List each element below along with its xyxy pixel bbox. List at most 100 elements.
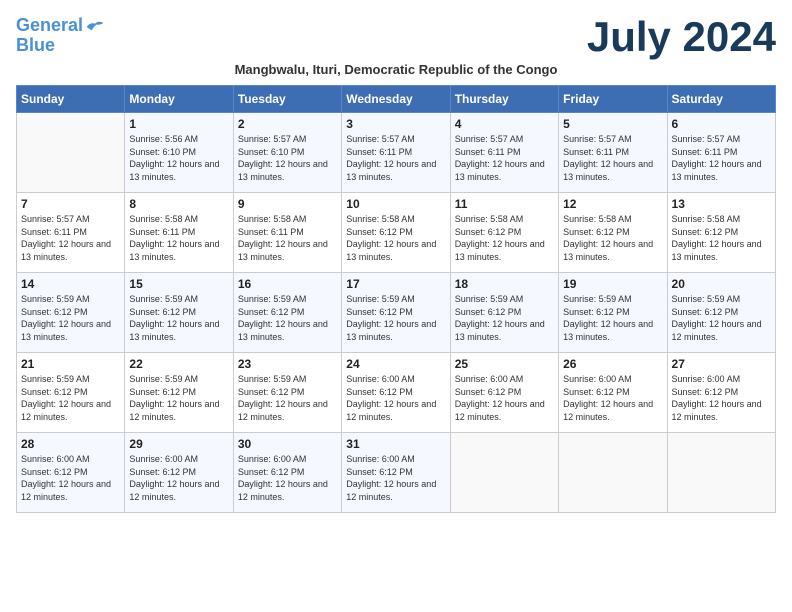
day-daylight: Daylight: 12 hours and 12 minutes.	[21, 399, 111, 422]
day-sunset: Sunset: 6:11 PM	[672, 147, 738, 157]
day-daylight: Daylight: 12 hours and 13 minutes.	[455, 319, 545, 342]
day-sunrise: Sunrise: 5:57 AM	[672, 134, 741, 144]
day-sunset: Sunset: 6:12 PM	[563, 227, 630, 237]
day-daylight: Daylight: 12 hours and 13 minutes.	[129, 159, 219, 182]
calendar-week-4: 21 Sunrise: 5:59 AM Sunset: 6:12 PM Dayl…	[17, 353, 776, 433]
calendar-week-1: 1 Sunrise: 5:56 AM Sunset: 6:10 PM Dayli…	[17, 113, 776, 193]
day-sunrise: Sunrise: 5:59 AM	[21, 374, 90, 384]
calendar-subtitle: Mangbwalu, Ituri, Democratic Republic of…	[16, 62, 776, 77]
day-daylight: Daylight: 12 hours and 13 minutes.	[455, 239, 545, 262]
day-sunset: Sunset: 6:12 PM	[238, 387, 305, 397]
day-number: 13	[672, 197, 771, 211]
calendar-cell: 22 Sunrise: 5:59 AM Sunset: 6:12 PM Dayl…	[125, 353, 233, 433]
day-number: 18	[455, 277, 554, 291]
calendar-cell: 28 Sunrise: 6:00 AM Sunset: 6:12 PM Dayl…	[17, 433, 125, 513]
day-daylight: Daylight: 12 hours and 12 minutes.	[238, 399, 328, 422]
calendar-cell: 14 Sunrise: 5:59 AM Sunset: 6:12 PM Dayl…	[17, 273, 125, 353]
day-sunrise: Sunrise: 5:57 AM	[455, 134, 524, 144]
day-sunset: Sunset: 6:11 PM	[238, 227, 304, 237]
day-daylight: Daylight: 12 hours and 13 minutes.	[346, 319, 436, 342]
day-number: 5	[563, 117, 662, 131]
day-sunrise: Sunrise: 5:57 AM	[21, 214, 90, 224]
calendar-cell: 1 Sunrise: 5:56 AM Sunset: 6:10 PM Dayli…	[125, 113, 233, 193]
day-sunset: Sunset: 6:12 PM	[129, 387, 196, 397]
day-sunrise: Sunrise: 6:00 AM	[21, 454, 90, 464]
day-number: 9	[238, 197, 337, 211]
logo-bird-icon	[85, 20, 105, 34]
day-number: 25	[455, 357, 554, 371]
day-sunrise: Sunrise: 6:00 AM	[346, 374, 415, 384]
day-daylight: Daylight: 12 hours and 13 minutes.	[346, 239, 436, 262]
day-sunset: Sunset: 6:12 PM	[455, 227, 522, 237]
day-daylight: Daylight: 12 hours and 13 minutes.	[238, 159, 328, 182]
day-daylight: Daylight: 12 hours and 13 minutes.	[563, 159, 653, 182]
day-daylight: Daylight: 12 hours and 13 minutes.	[129, 319, 219, 342]
day-sunrise: Sunrise: 5:58 AM	[563, 214, 632, 224]
day-number: 22	[129, 357, 228, 371]
day-number: 21	[21, 357, 120, 371]
day-number: 30	[238, 437, 337, 451]
day-sunset: Sunset: 6:12 PM	[672, 307, 739, 317]
calendar-cell: 13 Sunrise: 5:58 AM Sunset: 6:12 PM Dayl…	[667, 193, 775, 273]
day-sunrise: Sunrise: 6:00 AM	[129, 454, 198, 464]
day-number: 1	[129, 117, 228, 131]
logo-text: GeneralBlue	[16, 16, 83, 56]
day-number: 10	[346, 197, 445, 211]
day-sunrise: Sunrise: 5:57 AM	[238, 134, 307, 144]
weekday-header-thursday: Thursday	[450, 86, 558, 113]
day-sunrise: Sunrise: 5:57 AM	[346, 134, 415, 144]
calendar-cell: 19 Sunrise: 5:59 AM Sunset: 6:12 PM Dayl…	[559, 273, 667, 353]
day-sunrise: Sunrise: 5:59 AM	[21, 294, 90, 304]
day-daylight: Daylight: 12 hours and 12 minutes.	[455, 399, 545, 422]
calendar-cell	[559, 433, 667, 513]
weekday-header-wednesday: Wednesday	[342, 86, 450, 113]
calendar-cell: 12 Sunrise: 5:58 AM Sunset: 6:12 PM Dayl…	[559, 193, 667, 273]
day-sunrise: Sunrise: 5:58 AM	[455, 214, 524, 224]
day-sunrise: Sunrise: 5:57 AM	[563, 134, 632, 144]
day-daylight: Daylight: 12 hours and 12 minutes.	[672, 399, 762, 422]
calendar-cell: 31 Sunrise: 6:00 AM Sunset: 6:12 PM Dayl…	[342, 433, 450, 513]
day-sunset: Sunset: 6:12 PM	[455, 387, 522, 397]
calendar-cell: 21 Sunrise: 5:59 AM Sunset: 6:12 PM Dayl…	[17, 353, 125, 433]
day-number: 15	[129, 277, 228, 291]
day-sunset: Sunset: 6:12 PM	[238, 307, 305, 317]
calendar-cell: 25 Sunrise: 6:00 AM Sunset: 6:12 PM Dayl…	[450, 353, 558, 433]
calendar-week-5: 28 Sunrise: 6:00 AM Sunset: 6:12 PM Dayl…	[17, 433, 776, 513]
calendar-cell: 23 Sunrise: 5:59 AM Sunset: 6:12 PM Dayl…	[233, 353, 341, 433]
day-sunset: Sunset: 6:12 PM	[563, 307, 630, 317]
day-daylight: Daylight: 12 hours and 13 minutes.	[672, 239, 762, 262]
day-daylight: Daylight: 12 hours and 13 minutes.	[563, 239, 653, 262]
day-sunset: Sunset: 6:11 PM	[455, 147, 521, 157]
day-number: 11	[455, 197, 554, 211]
day-number: 2	[238, 117, 337, 131]
day-daylight: Daylight: 12 hours and 13 minutes.	[129, 239, 219, 262]
page-header: GeneralBlue July 2024	[16, 16, 776, 58]
day-number: 4	[455, 117, 554, 131]
day-sunset: Sunset: 6:12 PM	[563, 387, 630, 397]
day-number: 17	[346, 277, 445, 291]
day-number: 19	[563, 277, 662, 291]
day-sunrise: Sunrise: 5:59 AM	[563, 294, 632, 304]
day-number: 14	[21, 277, 120, 291]
day-sunset: Sunset: 6:12 PM	[346, 227, 413, 237]
day-number: 24	[346, 357, 445, 371]
day-daylight: Daylight: 12 hours and 13 minutes.	[238, 239, 328, 262]
day-sunset: Sunset: 6:11 PM	[129, 227, 195, 237]
calendar-cell: 3 Sunrise: 5:57 AM Sunset: 6:11 PM Dayli…	[342, 113, 450, 193]
day-sunset: Sunset: 6:11 PM	[21, 227, 87, 237]
day-number: 23	[238, 357, 337, 371]
day-sunrise: Sunrise: 5:59 AM	[672, 294, 741, 304]
day-number: 8	[129, 197, 228, 211]
day-number: 7	[21, 197, 120, 211]
calendar-cell	[450, 433, 558, 513]
day-sunrise: Sunrise: 6:00 AM	[672, 374, 741, 384]
calendar-cell: 18 Sunrise: 5:59 AM Sunset: 6:12 PM Dayl…	[450, 273, 558, 353]
day-sunset: Sunset: 6:12 PM	[672, 227, 739, 237]
day-number: 16	[238, 277, 337, 291]
calendar-table: SundayMondayTuesdayWednesdayThursdayFrid…	[16, 85, 776, 513]
calendar-cell: 20 Sunrise: 5:59 AM Sunset: 6:12 PM Dayl…	[667, 273, 775, 353]
day-sunset: Sunset: 6:10 PM	[238, 147, 305, 157]
calendar-cell: 2 Sunrise: 5:57 AM Sunset: 6:10 PM Dayli…	[233, 113, 341, 193]
day-daylight: Daylight: 12 hours and 12 minutes.	[346, 399, 436, 422]
logo: GeneralBlue	[16, 16, 105, 56]
